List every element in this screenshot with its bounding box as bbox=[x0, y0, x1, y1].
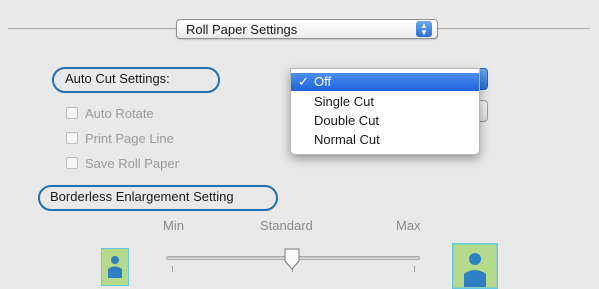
separator-left bbox=[8, 28, 176, 29]
auto-cut-menu: ✓ Off Single Cut Double Cut Normal Cut bbox=[290, 68, 480, 155]
slider-knob-icon[interactable] bbox=[283, 248, 301, 270]
large-image-icon bbox=[452, 243, 498, 289]
menu-item-off[interactable]: ✓ Off bbox=[291, 73, 479, 91]
slider-min-label: Min bbox=[163, 218, 184, 233]
checkmark-icon: ✓ bbox=[298, 74, 309, 89]
popup-label: Roll Paper Settings bbox=[186, 22, 298, 37]
print-page-line-label: Print Page Line bbox=[85, 130, 174, 146]
slider-max-label: Max bbox=[396, 218, 421, 233]
print-page-line-option[interactable]: Print Page Line bbox=[66, 130, 174, 146]
slider-standard-label: Standard bbox=[260, 218, 313, 233]
save-roll-paper-checkbox[interactable] bbox=[66, 157, 78, 169]
menu-item-single-cut[interactable]: Single Cut bbox=[291, 93, 479, 111]
borderless-label: Borderless Enlargement Setting bbox=[50, 189, 234, 204]
small-image-icon bbox=[101, 248, 129, 286]
menu-item-label: Double Cut bbox=[314, 113, 380, 128]
menu-item-label: Normal Cut bbox=[314, 132, 380, 147]
save-roll-paper-label: Save Roll Paper bbox=[85, 155, 179, 171]
roll-paper-settings-popup[interactable]: Roll Paper Settings ▲ ▼ bbox=[176, 19, 438, 39]
auto-rotate-label: Auto Rotate bbox=[85, 105, 154, 121]
auto-cut-label: Auto Cut Settings: bbox=[65, 71, 170, 86]
print-page-line-checkbox[interactable] bbox=[66, 132, 78, 144]
auto-rotate-option[interactable]: Auto Rotate bbox=[66, 105, 154, 121]
menu-item-label: Off bbox=[314, 74, 332, 89]
menu-item-label: Single Cut bbox=[314, 94, 374, 109]
popup-arrows-icon: ▲ ▼ bbox=[416, 21, 432, 37]
slider-tick bbox=[172, 266, 173, 272]
auto-rotate-checkbox[interactable] bbox=[66, 107, 78, 119]
save-roll-paper-option[interactable]: Save Roll Paper bbox=[66, 155, 179, 171]
slider-tick bbox=[414, 266, 415, 272]
separator-right bbox=[438, 28, 590, 29]
menu-item-normal-cut[interactable]: Normal Cut bbox=[291, 131, 479, 149]
menu-item-double-cut[interactable]: Double Cut bbox=[291, 112, 479, 130]
